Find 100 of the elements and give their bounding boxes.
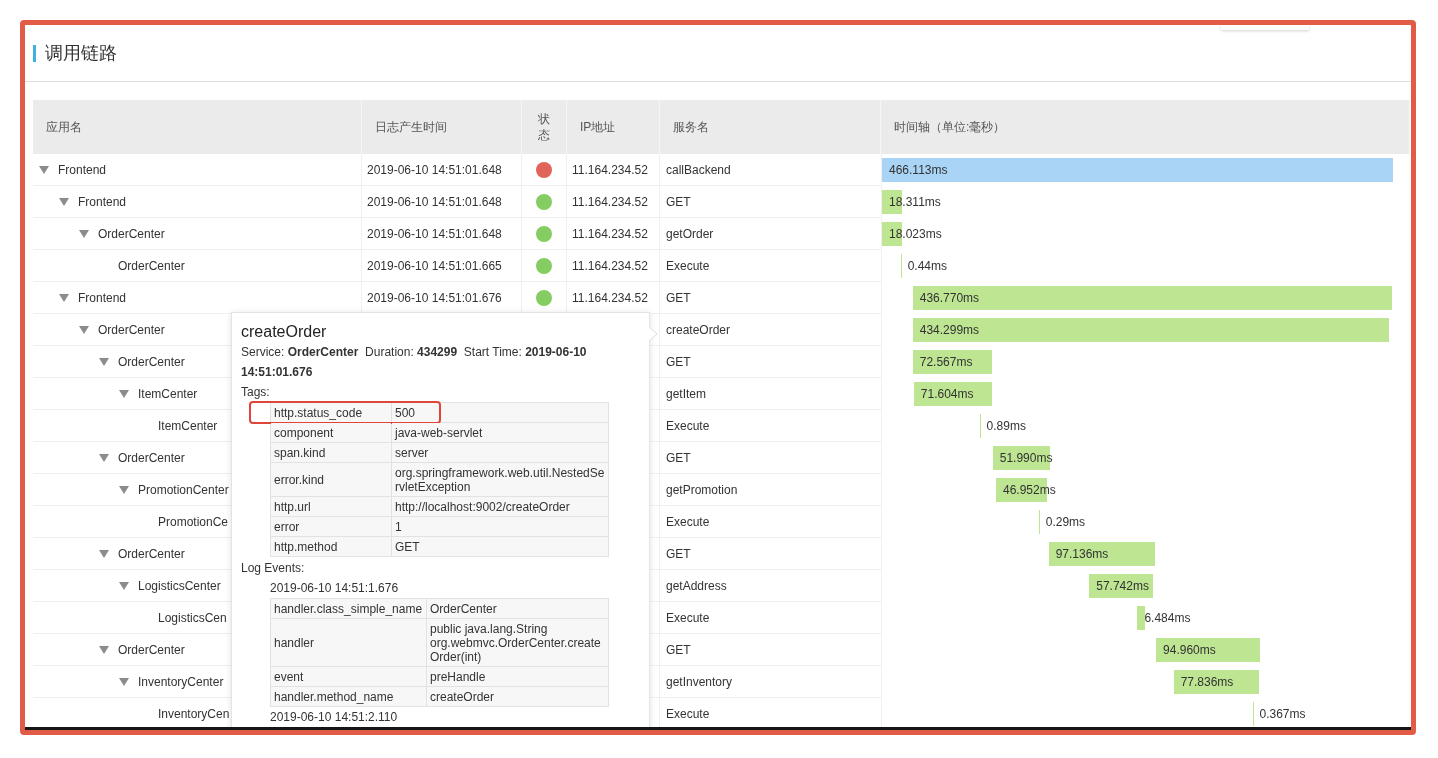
- duration-label: 18.023ms: [889, 226, 942, 242]
- log-time: 2019-06-10 14:51:01.648: [367, 225, 502, 243]
- caret-down-icon[interactable]: [99, 549, 109, 558]
- field-value: createOrder: [427, 687, 608, 706]
- caret-down-icon[interactable]: [119, 389, 129, 398]
- app-name: Frontend: [78, 289, 127, 307]
- field-value: java-web-servlet: [392, 423, 608, 442]
- accent-bar-icon: [33, 44, 36, 62]
- field-key: handler: [271, 619, 426, 666]
- service-name: callBackend: [666, 161, 731, 179]
- duration-label: 434.299ms: [919, 322, 980, 338]
- duration-label: 466.113ms: [889, 162, 948, 178]
- column-header: 应用名: [46, 119, 82, 136]
- app-name: OrderCenter: [118, 257, 185, 275]
- field-value: server: [392, 443, 608, 462]
- duration-label: 77.836ms: [1180, 674, 1234, 690]
- service-name: Execute: [666, 417, 710, 435]
- app-name: OrderCenter: [118, 353, 185, 371]
- caret-down-icon[interactable]: [99, 645, 109, 654]
- app-name: InventoryCenter: [138, 673, 224, 691]
- duration-label: 6.484ms: [1144, 610, 1191, 626]
- ip-address: 11.164.234.52: [572, 161, 648, 179]
- service-name: GET: [666, 545, 691, 563]
- service-name: Execute: [666, 257, 710, 275]
- tooltip-title: createOrder: [241, 322, 328, 342]
- caret-down-icon[interactable]: [99, 453, 109, 462]
- caret-down-icon[interactable]: [119, 677, 129, 686]
- column-header: 日志产生时间: [375, 119, 447, 136]
- service-name: GET: [666, 641, 691, 659]
- field-value: public java.lang.String org.webmvc.OrderCenter.createOrder(int): [427, 619, 608, 666]
- ip-address: 11.164.234.52: [572, 257, 648, 275]
- service-name: GET: [666, 289, 691, 307]
- field-key: http.status_code: [271, 403, 391, 422]
- service-name: GET: [666, 353, 691, 371]
- app-name: LogisticsCenter: [138, 577, 221, 595]
- column-header: 时间轴（单位:毫秒）: [894, 119, 1006, 136]
- section-label: Tags:: [241, 384, 271, 401]
- service-name: getItem: [666, 385, 707, 403]
- column-header: IP地址: [580, 119, 616, 136]
- service-name: getOrder: [666, 225, 714, 243]
- ip-address: 11.164.234.52: [572, 289, 648, 307]
- app-name: Frontend: [58, 161, 107, 179]
- field-value: 500: [392, 403, 608, 422]
- caret-down-icon[interactable]: [119, 581, 129, 590]
- service-name: GET: [666, 193, 691, 211]
- field-key: span.kind: [271, 443, 391, 462]
- caret-down-icon[interactable]: [99, 357, 109, 366]
- caret-down-icon[interactable]: [39, 165, 49, 174]
- field-value: GET: [392, 537, 608, 556]
- caret-down-icon[interactable]: [79, 325, 89, 334]
- caret-down-icon[interactable]: [59, 293, 69, 302]
- field-value: 1: [392, 517, 608, 536]
- service-name: Execute: [666, 609, 710, 627]
- log-time: 2019-06-10 14:51:01.648: [367, 161, 502, 179]
- duration-label: 436.770ms: [919, 290, 980, 306]
- app-name: InventoryCen: [158, 705, 230, 723]
- service-name: getInventory: [666, 673, 733, 691]
- app-name: Frontend: [78, 193, 127, 211]
- column-header: 状态: [538, 111, 550, 143]
- column-header: 服务名: [673, 119, 709, 136]
- service-name: Execute: [666, 705, 710, 723]
- duration-label: 0.44ms: [907, 258, 947, 274]
- field-key: http.method: [271, 537, 391, 556]
- app-name: OrderCenter: [98, 321, 165, 339]
- app-name: LogisticsCen: [158, 609, 227, 627]
- field-key: handler.method_name: [271, 687, 426, 706]
- field-key: http.url: [271, 497, 391, 516]
- service-name: GET: [666, 449, 691, 467]
- app-name: OrderCenter: [118, 449, 185, 467]
- section-label: Log Events:: [241, 560, 306, 577]
- field-value: preHandle: [427, 667, 608, 686]
- event-time: 2019-06-10 14:51:2.110: [270, 709, 399, 726]
- caret-down-icon[interactable]: [119, 485, 129, 494]
- service-name: createOrder: [666, 321, 731, 339]
- field-key: component: [271, 423, 391, 442]
- page-title: 调用链路: [45, 41, 117, 65]
- app-name: ItemCenter: [158, 417, 218, 435]
- field-value: http://localhost:9002/createOrder: [392, 497, 608, 516]
- span-summary: Service: OrderCenter Duration: 434299 Start Time: 2019-06-10 14:51:01.676: [241, 344, 588, 381]
- field-key: error.kind: [271, 463, 391, 496]
- app-name: ItemCenter: [138, 385, 198, 403]
- ip-address: 11.164.234.52: [572, 193, 648, 211]
- app-name: OrderCenter: [118, 641, 185, 659]
- duration-label: 71.604ms: [920, 386, 974, 402]
- app-name: PromotionCenter: [138, 481, 229, 499]
- log-time: 2019-06-10 14:51:01.676: [367, 289, 502, 307]
- ip-address: 11.164.234.52: [572, 225, 648, 243]
- duration-label: 97.136ms: [1055, 546, 1109, 562]
- field-key: error: [271, 517, 391, 536]
- duration-label: 0.89ms: [986, 418, 1026, 434]
- duration-label: 72.567ms: [919, 354, 973, 370]
- duration-label: 57.742ms: [1096, 578, 1149, 594]
- caret-down-icon[interactable]: [79, 229, 89, 238]
- app-name: PromotionCe: [158, 513, 229, 531]
- duration-label: 18.311ms: [889, 194, 941, 210]
- field-key: handler.class_simple_name: [271, 599, 426, 618]
- service-name: getPromotion: [666, 481, 738, 499]
- caret-down-icon[interactable]: [59, 197, 69, 206]
- log-time: 2019-06-10 14:51:01.665: [367, 257, 502, 275]
- field-key: event: [271, 667, 426, 686]
